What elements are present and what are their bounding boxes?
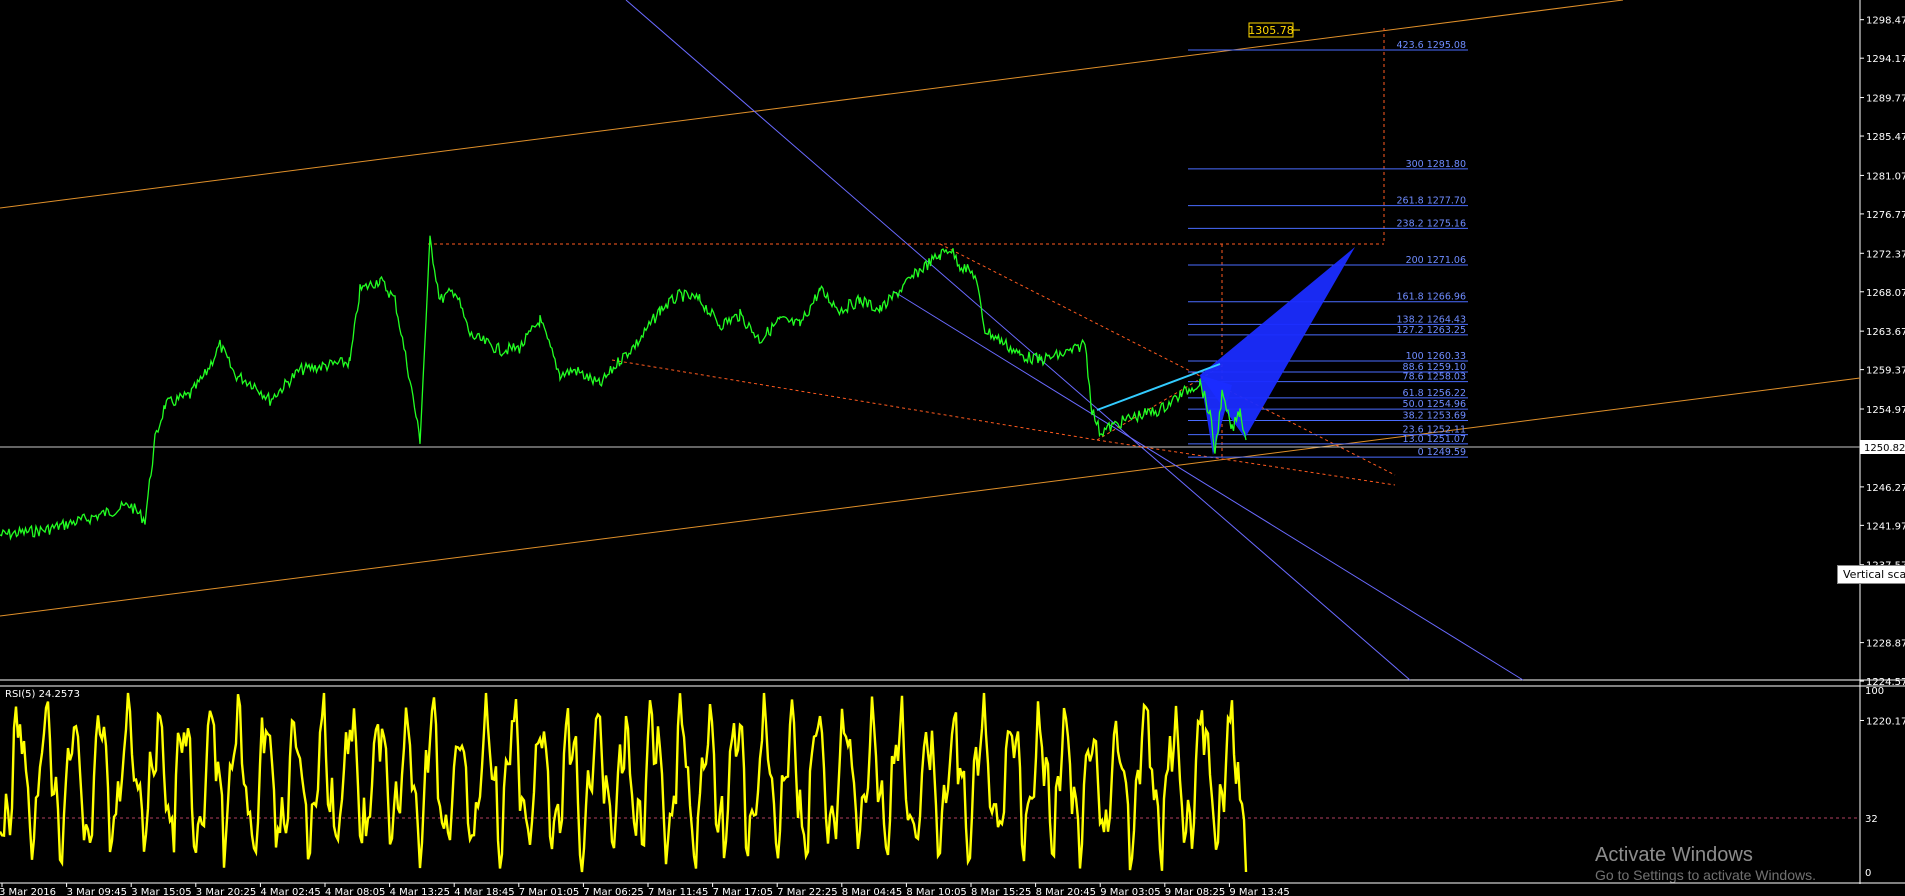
watermark-subtitle: Go to Settings to activate Windows. xyxy=(1595,867,1816,883)
rsi-level-32: 32 xyxy=(1865,814,1878,825)
activate-windows-watermark: Activate Windows Go to Settings to activ… xyxy=(1595,843,1816,884)
price-tick-label: 1289.77 xyxy=(1866,94,1905,105)
fib-level-label: 100 1260.33 xyxy=(1406,351,1466,362)
time-tick-label: 8 Mar 15:25 xyxy=(971,887,1031,896)
price-tick-label: 1281.07 xyxy=(1866,171,1905,182)
time-tick-label: 7 Mar 11:45 xyxy=(648,887,708,896)
rsi-indicator-label: RSI(5) 24.2573 xyxy=(5,689,80,700)
fib-level-label: 78.6 1258.03 xyxy=(1403,372,1466,383)
time-tick-label: 3 Mar 15:05 xyxy=(131,887,191,896)
fib-level-label: 261.8 1277.70 xyxy=(1396,196,1466,207)
fib-level-label: 0 1249.59 xyxy=(1418,447,1466,458)
rsi-series-line xyxy=(0,692,1248,873)
price-tick-label: 1246.27 xyxy=(1866,483,1905,494)
time-tick-label: 4 Mar 08:05 xyxy=(325,887,385,896)
time-tick-label: 8 Mar 20:45 xyxy=(1036,887,1096,896)
rsi-level-0: 0 xyxy=(1865,868,1871,879)
fib-level-label: 161.8 1266.96 xyxy=(1396,292,1466,303)
time-tick-label: 4 Mar 02:45 xyxy=(260,887,320,896)
price-series-line xyxy=(0,235,1247,541)
current-price-marker: 1250.82 xyxy=(1860,440,1905,454)
down-channel-lower-line[interactable] xyxy=(892,290,1524,681)
price-tick-label: 1254.97 xyxy=(1866,405,1905,416)
time-tick-label: 7 Mar 01:05 xyxy=(519,887,579,896)
price-tick-label: 1276.77 xyxy=(1866,210,1905,221)
time-tick-label: 7 Mar 06:25 xyxy=(583,887,643,896)
time-tick-label: 7 Mar 17:05 xyxy=(713,887,773,896)
fib-level-label: 61.8 1256.22 xyxy=(1403,388,1466,399)
price-tick-label: 1228.87 xyxy=(1866,639,1905,650)
time-axis[interactable]: 3 Mar 2016 3 Mar 09:45 3 Mar 15:05 3 Mar 20… xyxy=(0,883,1290,896)
fib-level-label: 238.2 1275.16 xyxy=(1396,218,1466,229)
time-tick-label: 7 Mar 22:25 xyxy=(777,887,837,896)
rsi-level-100: 100 xyxy=(1865,686,1884,697)
time-tick-label: 9 Mar 03:05 xyxy=(1100,887,1160,896)
channel-lower-line[interactable] xyxy=(0,377,1861,617)
price-tick-label: 1294.17 xyxy=(1866,54,1905,65)
target-price-value: 1305.78 xyxy=(1248,24,1294,37)
current-price-value: 1250.82 xyxy=(1864,443,1905,454)
price-tick-label: 1220.17 xyxy=(1866,716,1905,727)
price-tick-label: 1272.37 xyxy=(1866,249,1905,260)
price-tick-label: 1298.47 xyxy=(1866,16,1905,27)
time-tick-label: 3 Mar 2016 xyxy=(0,887,56,896)
fib-level-label: 138.2 1264.43 xyxy=(1396,314,1466,325)
fib-level-label: 38.2 1253.69 xyxy=(1403,410,1466,421)
channel-upper-line[interactable] xyxy=(0,0,1624,209)
time-tick-label: 8 Mar 10:05 xyxy=(906,887,966,896)
vertical-scale-tooltip: Vertical scale xyxy=(1837,565,1905,584)
fib-level-label: 200 1271.06 xyxy=(1406,255,1466,266)
fib-level-label: 13.0 1251.07 xyxy=(1403,434,1466,445)
time-tick-label: 3 Mar 09:45 xyxy=(67,887,127,896)
fib-level-label: 423.6 1295.08 xyxy=(1396,40,1466,51)
price-tick-label: 1268.07 xyxy=(1866,288,1905,299)
price-chart-canvas[interactable]: 423.6 1295.08 300 1281.80 261.8 1277.70 238… xyxy=(0,0,1905,896)
time-tick-label: 9 Mar 13:45 xyxy=(1229,887,1289,896)
price-tick-label: 1241.97 xyxy=(1866,521,1905,532)
time-tick-label: 8 Mar 04:45 xyxy=(842,887,902,896)
fib-level-label: 50.0 1254.96 xyxy=(1403,399,1466,410)
fib-level-label: 127.2 1263.25 xyxy=(1396,325,1466,336)
time-tick-label: 4 Mar 13:25 xyxy=(390,887,450,896)
price-axis[interactable]: 1307.171302.871298.471294.171289.771285.… xyxy=(1860,0,1905,727)
target-price-label[interactable]: 1305.78 xyxy=(1248,22,1300,38)
watermark-title: Activate Windows xyxy=(1595,844,1753,866)
price-tick-label: 1263.67 xyxy=(1866,327,1905,338)
time-tick-label: 9 Mar 08:25 xyxy=(1165,887,1225,896)
price-tick-label: 1285.47 xyxy=(1866,132,1905,143)
time-tick-label: 4 Mar 18:45 xyxy=(454,887,514,896)
price-tick-label: 1259.37 xyxy=(1866,366,1905,377)
fib-level-label: 300 1281.80 xyxy=(1406,159,1466,170)
time-tick-label: 3 Mar 20:25 xyxy=(196,887,256,896)
